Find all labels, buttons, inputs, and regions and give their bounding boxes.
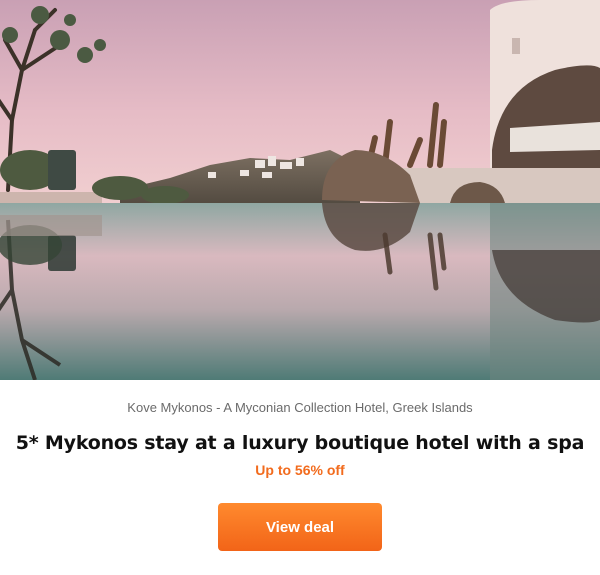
hero-image[interactable] bbox=[0, 0, 600, 380]
hero-photo bbox=[0, 0, 600, 380]
discount-label: Up to 56% off bbox=[255, 462, 345, 478]
deal-card: Kove Mykonos - A Myconian Collection Hot… bbox=[0, 0, 600, 575]
view-deal-button[interactable]: View deal bbox=[218, 503, 382, 551]
deal-headline[interactable]: 5* Mykonos stay at a luxury boutique hot… bbox=[0, 432, 600, 454]
hotel-name: Kove Mykonos - A Myconian Collection Hot… bbox=[127, 400, 473, 415]
offer-details: Kove Mykonos - A Myconian Collection Hot… bbox=[0, 400, 600, 478]
